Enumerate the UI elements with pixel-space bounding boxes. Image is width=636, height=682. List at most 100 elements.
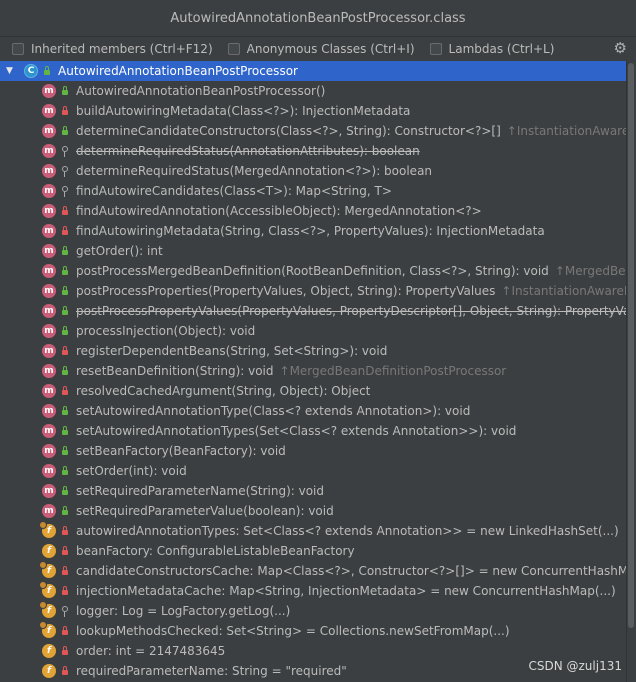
public-visibility-icon	[60, 286, 69, 295]
tree-item-field[interactable]: f autowiredAnnotationTypes: Set<Class<? e…	[0, 521, 627, 541]
tree-item-method[interactable]: m registerDependentBeans(String, Set<Stri…	[0, 341, 627, 361]
tree-item-label: findAutowiringMetadata(String, Class<?>,…	[76, 224, 545, 238]
tree-item-method[interactable]: m setOrder(int): void	[0, 461, 627, 481]
scrollbar-thumb[interactable]	[628, 63, 634, 628]
package-visibility-icon	[60, 186, 69, 197]
tree-item-field[interactable]: f order: int = 2147483645	[0, 641, 627, 661]
vertical-scrollbar[interactable]	[626, 61, 636, 682]
private-visibility-icon	[60, 566, 69, 575]
tree-item-label: determineCandidateConstructors(Class<?>,…	[76, 124, 501, 138]
tree-item-label: beanFactory: ConfigurableListableBeanFac…	[76, 544, 355, 558]
field-icon: f	[42, 644, 56, 658]
tree-item-label: determineRequiredStatus(MergedAnnotation…	[76, 164, 433, 178]
tree-item-label: postProcessProperties(PropertyValues, Ob…	[76, 284, 496, 298]
method-icon: m	[42, 144, 56, 158]
tree-item-method[interactable]: m setAutowiredAnnotationType(Class<? exte…	[0, 401, 627, 421]
field-icon: f	[39, 581, 56, 598]
private-visibility-icon	[60, 206, 69, 215]
tree-item-method[interactable]: m setBeanFactory(BeanFactory): void	[0, 441, 627, 461]
tree-item-label: registerDependentBeans(String, Set<Strin…	[76, 344, 388, 358]
tree-item-label: findAutowireCandidates(Class<T>): Map<St…	[76, 184, 392, 198]
inherited-members-checkbox[interactable]	[12, 43, 24, 55]
tree-item-method[interactable]: m postProcessProperties(PropertyValues, O…	[0, 281, 627, 301]
private-visibility-icon	[60, 646, 69, 655]
tree-item-label: setRequiredParameterValue(boolean): void	[76, 504, 334, 518]
tree-item-label: setAutowiredAnnotationType(Class<? exten…	[76, 404, 471, 418]
tree-item-method[interactable]: m determineRequiredStatus(MergedAnnotatio…	[0, 161, 627, 181]
private-visibility-icon	[60, 226, 69, 235]
tree-item-method[interactable]: m findAutowiringMetadata(String, Class<?>…	[0, 221, 627, 241]
tree-item-field[interactable]: f lookupMethodsChecked: Set<String> = Col…	[0, 621, 627, 641]
watermark: CSDN @zulj131	[528, 659, 622, 673]
tree-item-label: autowiredAnnotationTypes: Set<Class<? ex…	[76, 524, 619, 538]
method-icon: m	[42, 104, 56, 118]
method-icon: m	[42, 444, 56, 458]
root-class-label: AutowiredAnnotationBeanPostProcessor	[58, 64, 298, 78]
private-visibility-icon	[60, 666, 69, 675]
anonymous-classes-checkbox[interactable]	[227, 43, 240, 55]
window-title: AutowiredAnnotationBeanPostProcessor.cla…	[170, 10, 466, 26]
private-visibility-icon	[60, 386, 69, 395]
tree-item-method[interactable]: m setAutowiredAnnotationTypes(Set<Class<?…	[0, 421, 627, 441]
tree-item-field[interactable]: f logger: Log = LogFactory.getLog(...)	[0, 601, 627, 621]
final-marker-icon	[39, 601, 47, 609]
lambdas-toggle[interactable]: Lambdas (Ctrl+L)	[429, 42, 555, 56]
method-icon: m	[42, 324, 56, 338]
inherited-from-label: ↑InstantiationAwareBean	[501, 284, 627, 298]
tree-root-class[interactable]: ▼ C AutowiredAnnotationBeanPostProcessor	[0, 61, 627, 81]
method-icon: m	[42, 364, 56, 378]
chevron-down-icon[interactable]: ▼	[6, 66, 16, 76]
tree-item-label: setOrder(int): void	[76, 464, 187, 478]
method-icon: m	[42, 344, 56, 358]
tree-item-field[interactable]: f beanFactory: ConfigurableListableBeanFa…	[0, 541, 627, 561]
tree-item-method[interactable]: m AutowiredAnnotationBeanPostProcessor()	[0, 81, 627, 101]
tree-item-field[interactable]: f injectionMetadataCache: Map<String, Inj…	[0, 581, 627, 601]
public-visibility-icon	[60, 126, 69, 135]
private-visibility-icon	[60, 526, 69, 535]
package-visibility-icon	[60, 146, 69, 157]
tree-item-method[interactable]: m determineRequiredStatus(AnnotationAttri…	[0, 141, 627, 161]
public-visibility-icon	[60, 406, 69, 415]
tree-item-method[interactable]: m resolvedCachedArgument(String, Object):…	[0, 381, 627, 401]
anonymous-classes-toggle[interactable]: Anonymous Classes (Ctrl+I)	[227, 42, 415, 56]
public-visibility-icon	[60, 306, 69, 315]
tree-item-label: buildAutowiringMetadata(Class<?>): Injec…	[76, 104, 411, 118]
method-icon: m	[42, 404, 56, 418]
tree-item-method[interactable]: m determineCandidateConstructors(Class<?>…	[0, 121, 627, 141]
lambdas-label: Lambdas (Ctrl+L)	[448, 42, 555, 56]
class-icon: C	[24, 64, 38, 78]
private-visibility-icon	[60, 626, 69, 635]
tree-item-label: order: int = 2147483645	[76, 644, 226, 658]
anonymous-classes-label: Anonymous Classes (Ctrl+I)	[246, 42, 415, 56]
private-visibility-icon	[60, 546, 69, 555]
tree-item-method[interactable]: m buildAutowiringMetadata(Class<?>): Inje…	[0, 101, 627, 121]
private-visibility-icon	[60, 346, 69, 355]
tree-item-label: determineRequiredStatus(AnnotationAttrib…	[76, 144, 420, 158]
tree-item-method[interactable]: m findAutowiredAnnotation(AccessibleObjec…	[0, 201, 627, 221]
tree-item-method[interactable]: m getOrder(): int	[0, 241, 627, 261]
tree-item-method[interactable]: m setRequiredParameterName(String): void	[0, 481, 627, 501]
gear-icon[interactable]: ⚙	[614, 39, 627, 57]
tree-item-label: logger: Log = LogFactory.getLog(...)	[76, 604, 291, 618]
final-marker-icon	[39, 621, 47, 629]
method-icon: m	[42, 124, 56, 138]
structure-options-bar: Inherited members (Ctrl+F12) Anonymous C…	[0, 37, 636, 61]
inherited-members-toggle[interactable]: Inherited members (Ctrl+F12)	[12, 42, 213, 56]
tree-item-method[interactable]: m postProcessPropertyValues(PropertyValue…	[0, 301, 627, 321]
tree-item-method[interactable]: m resetBeanDefinition(String): void ↑Merge…	[0, 361, 627, 381]
tree-item-method[interactable]: m postProcessMergedBeanDefinition(RootBea…	[0, 261, 627, 281]
field-icon: f	[39, 601, 56, 618]
final-marker-icon	[39, 581, 47, 589]
final-marker-icon	[39, 521, 47, 529]
tree-item-method[interactable]: m setRequiredParameterValue(boolean): voi…	[0, 501, 627, 521]
inherited-from-label: ↑InstantiationAwareBeanP	[506, 124, 627, 138]
tree-item-method[interactable]: m findAutowireCandidates(Class<T>): Map<S…	[0, 181, 627, 201]
public-visibility-icon	[60, 486, 69, 495]
tree-item-method[interactable]: m processInjection(Object): void	[0, 321, 627, 341]
method-icon: m	[42, 164, 56, 178]
public-visibility-icon	[60, 426, 69, 435]
field-icon: f	[39, 621, 56, 638]
tree-item-field[interactable]: f candidateConstructorsCache: Map<Class<?…	[0, 561, 627, 581]
lambdas-checkbox[interactable]	[429, 43, 442, 55]
method-icon: m	[42, 244, 56, 258]
